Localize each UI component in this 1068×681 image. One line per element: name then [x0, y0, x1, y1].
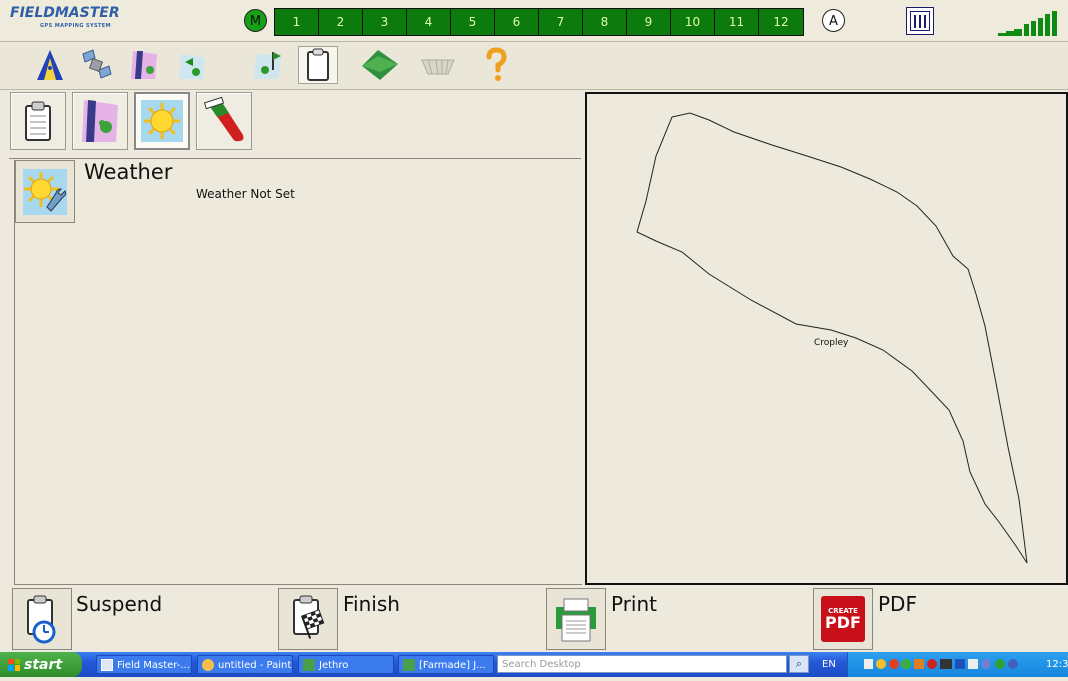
system-tray [847, 652, 1068, 677]
section-button-12[interactable]: 12 [759, 9, 803, 35]
windows-taskbar: start Field Master-... untitled - Paint … [0, 652, 1068, 677]
farmade-icon [403, 659, 415, 671]
gps-signal-icon [998, 11, 1057, 36]
weather-settings-button[interactable] [15, 160, 75, 223]
section-button-2[interactable]: 2 [319, 9, 363, 35]
field-boundary: Cropley [636, 112, 1028, 564]
taskbar-item-fieldmaster[interactable]: Field Master-... [96, 655, 192, 674]
boom-section-bar: 1 2 3 4 5 6 7 8 9 10 11 12 [274, 8, 804, 36]
start-label: start [24, 656, 63, 673]
pdf-icon-text: PDF [825, 613, 861, 632]
taskbar-item-label: [Farmade] J... [419, 660, 486, 671]
suspend-button[interactable] [12, 588, 72, 650]
logo-text: FIELDMASTER [10, 5, 120, 21]
taskbar-clock: 12:31 [1046, 659, 1068, 670]
language-indicator[interactable]: EN [822, 652, 836, 677]
weather-panel: Weather Weather Not Set [14, 160, 582, 585]
field-flag-icon[interactable] [248, 46, 288, 84]
taskbar-item-label: untitled - Paint [218, 660, 292, 671]
print-label: Print [611, 592, 658, 616]
manual-mode-button[interactable]: M [244, 9, 267, 32]
section-button-10[interactable]: 10 [671, 9, 715, 35]
field-name-label: Cropley [814, 338, 849, 348]
logo-subtitle: GPS MAPPING SYSTEM [40, 23, 111, 29]
create-pdf-button[interactable]: CREATE PDF [813, 588, 873, 650]
fieldmaster-app: FIELDMASTER GPS MAPPING SYSTEM M 1234567… [0, 0, 1068, 652]
section-button-1[interactable]: 1 [275, 9, 319, 35]
pdf-icon: CREATE PDF [821, 596, 865, 642]
satellite-icon[interactable] [76, 46, 116, 84]
suspend-label: Suspend [76, 592, 163, 616]
start-button[interactable]: start [0, 652, 82, 677]
section-button-6[interactable]: 6 [495, 9, 539, 35]
print-button[interactable] [546, 588, 606, 650]
green-field-icon[interactable] [360, 46, 400, 84]
tab-job-notes[interactable] [10, 92, 66, 150]
field-map-view[interactable]: Cropley [585, 92, 1068, 585]
search-icon[interactable]: ⌕ [789, 655, 809, 673]
taskbar-item-label: Jethro [319, 660, 349, 671]
fieldmaster-app-icon [101, 659, 113, 671]
tab-field-map[interactable] [72, 92, 128, 150]
desktop-search-input[interactable]: Search Desktop [497, 655, 787, 673]
finish-label: Finish [343, 592, 400, 616]
taskbar-item-label: Field Master-... [117, 660, 190, 671]
auto-mode-button[interactable]: A [822, 9, 845, 32]
taskbar-item-jethro[interactable]: Jethro [298, 655, 394, 674]
tab-chemicals[interactable] [196, 92, 252, 150]
boom-view-button[interactable] [906, 7, 934, 35]
windows-logo-icon [8, 658, 20, 671]
jethro-icon [303, 659, 315, 671]
tray-icons [864, 659, 1018, 669]
finish-button[interactable] [278, 588, 338, 650]
job-panel: Weather Weather Not Set [9, 90, 582, 585]
section-button-8[interactable]: 8 [583, 9, 627, 35]
section-button-11[interactable]: 11 [715, 9, 759, 35]
weather-title: Weather [84, 160, 173, 184]
pdf-label: PDF [878, 592, 917, 616]
boom-spray-icon[interactable] [418, 46, 458, 84]
paint-icon [202, 659, 214, 671]
taskbar-item-farmade[interactable]: [Farmade] J... [398, 655, 494, 674]
field-map-icon[interactable] [124, 46, 164, 84]
section-button-5[interactable]: 5 [451, 9, 495, 35]
fieldmaster-logo: FIELDMASTER GPS MAPPING SYSTEM [10, 5, 120, 33]
section-button-3[interactable]: 3 [363, 9, 407, 35]
weather-status: Weather Not Set [196, 187, 295, 201]
coverage-icon[interactable] [172, 46, 212, 84]
section-button-9[interactable]: 9 [627, 9, 671, 35]
section-button-4[interactable]: 4 [407, 9, 451, 35]
taskbar-item-paint[interactable]: untitled - Paint [197, 655, 293, 674]
survey-tent-icon[interactable] [30, 46, 70, 84]
section-button-7[interactable]: 7 [539, 9, 583, 35]
top-bar: FIELDMASTER GPS MAPPING SYSTEM M 1234567… [0, 0, 1068, 42]
clipboard-icon[interactable] [298, 46, 338, 84]
tab-weather[interactable] [134, 92, 190, 150]
help-icon[interactable] [476, 46, 516, 84]
main-toolbar [0, 42, 1068, 90]
